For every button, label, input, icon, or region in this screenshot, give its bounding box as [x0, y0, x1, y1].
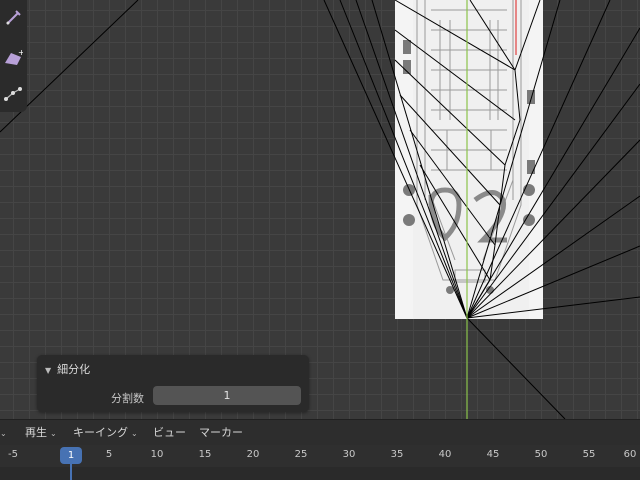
- extrude-icon[interactable]: +: [2, 46, 24, 70]
- operator-panel-title: 細分化: [57, 363, 91, 376]
- current-frame-indicator[interactable]: 1: [60, 447, 82, 464]
- frame-tick: 40: [438, 449, 452, 460]
- view-menu[interactable]: ビュー: [150, 424, 189, 442]
- frame-tick: -5: [8, 449, 18, 460]
- frame-tick: 45: [486, 449, 500, 460]
- vertex-path-icon[interactable]: [2, 82, 24, 106]
- tool-strip: +: [0, 0, 27, 112]
- keying-menu[interactable]: キーイング ⌄: [70, 424, 141, 442]
- view-menu-label: ビュー: [153, 426, 186, 439]
- chevron-down-icon: ⌄: [0, 429, 7, 438]
- chevron-down-icon: ⌄: [131, 429, 138, 438]
- editor-type-chevron[interactable]: ⌄: [0, 424, 12, 442]
- frame-tick: 50: [534, 449, 548, 460]
- operator-panel: ▼ 細分化 分割数 1: [37, 355, 309, 412]
- frame-tick: 30: [342, 449, 356, 460]
- svg-text:+: +: [18, 49, 23, 57]
- playback-menu[interactable]: 再生 ⌄: [22, 424, 60, 442]
- timeline-header: ⌄ 再生 ⌄ キーイング ⌄ ビュー マーカー: [0, 419, 640, 446]
- frame-tick: 55: [582, 449, 596, 460]
- frame-tick: 20: [246, 449, 260, 460]
- frame-tick: 35: [390, 449, 404, 460]
- 3d-viewport[interactable]: + ▼ 細分化 分割数 1: [0, 0, 640, 419]
- subdivisions-field[interactable]: 1: [153, 386, 301, 405]
- triangle-expand-icon[interactable]: ▼: [45, 366, 51, 375]
- frame-ruler[interactable]: -5 5 10 15 20 25 30 35 40 45 50 55 60 1: [0, 445, 640, 467]
- frame-tick: 15: [198, 449, 212, 460]
- operator-panel-header[interactable]: ▼ 細分化: [45, 361, 90, 377]
- frame-tick: 60: [623, 449, 637, 460]
- keying-menu-label: キーイング: [73, 426, 128, 439]
- subdivisions-label: 分割数: [111, 392, 144, 405]
- frame-tick: 10: [150, 449, 164, 460]
- chevron-down-icon: ⌄: [50, 429, 57, 438]
- frame-tick: 25: [294, 449, 308, 460]
- marker-menu-label: マーカー: [199, 426, 243, 439]
- timeline[interactable]: -5 5 10 15 20 25 30 35 40 45 50 55 60 1: [0, 445, 640, 480]
- pen-tool-icon[interactable]: [2, 6, 24, 30]
- playback-menu-label: 再生: [25, 426, 47, 439]
- playhead-line[interactable]: [70, 464, 72, 480]
- frame-tick: 5: [105, 449, 113, 460]
- marker-menu[interactable]: マーカー: [196, 424, 246, 442]
